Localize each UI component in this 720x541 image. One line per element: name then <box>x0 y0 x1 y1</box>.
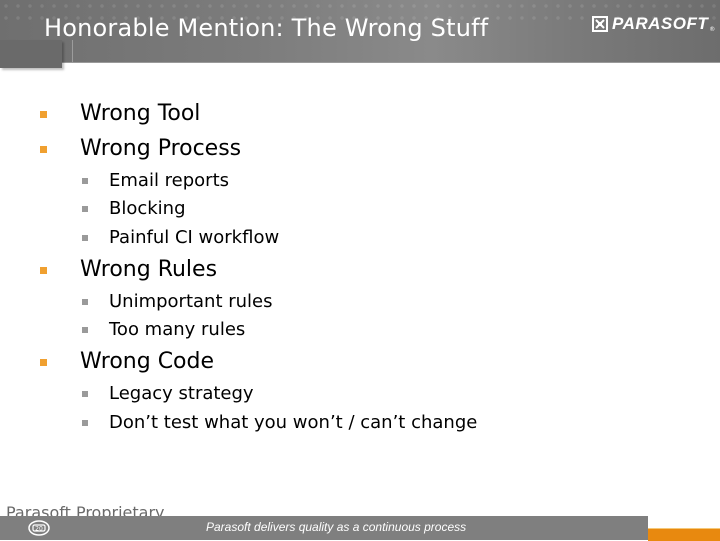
orange-bullet-icon <box>40 111 47 118</box>
bullet-label: Wrong Tool <box>80 101 201 126</box>
gray-bullet-icon <box>82 178 88 184</box>
gray-bullet-icon <box>82 299 88 305</box>
logo-trademark: ® <box>709 25 716 33</box>
parasoft-logo-icon <box>592 16 608 32</box>
bullet-label: Wrong Code <box>80 349 215 374</box>
slide-title: Honorable Mention: The Wrong Stuff <box>44 14 489 42</box>
header-divider <box>72 40 73 62</box>
logo-wordmark: PARASOFT <box>612 14 709 33</box>
orange-accent-strip <box>648 528 720 541</box>
gray-bullet-icon <box>82 391 88 397</box>
header-tab-decoration <box>0 40 62 68</box>
20-year-badge-icon: 20 <box>28 520 50 536</box>
svg-text:20: 20 <box>35 526 43 533</box>
footer-tagline: Parasoft delivers quality as a continuou… <box>206 520 467 534</box>
orange-bullet-icon <box>40 359 47 366</box>
gray-bullet-icon <box>82 206 88 212</box>
gray-bullet-icon <box>82 235 88 241</box>
bullet-label: Wrong Rules <box>80 257 218 282</box>
sub-bullet-label: Blocking <box>109 198 186 219</box>
gray-bullet-icon <box>82 420 88 426</box>
orange-bullet-icon <box>40 146 47 153</box>
bullet-label: Wrong Process <box>80 136 242 161</box>
parasoft-logo: PARASOFT ® <box>592 13 715 35</box>
sub-bullet-label: Email reports <box>109 170 230 191</box>
orange-bullet-icon <box>40 267 47 274</box>
sub-bullet-label: Legacy strategy <box>109 383 254 404</box>
sub-bullet-label: Too many rules <box>109 319 246 340</box>
sub-bullet-label: Painful CI workflow <box>109 227 280 248</box>
sub-bullet-label: Unimportant rules <box>109 291 273 312</box>
gray-bullet-icon <box>82 327 88 333</box>
sub-bullet-label: Don’t test what you won’t / can’t change <box>109 412 478 433</box>
